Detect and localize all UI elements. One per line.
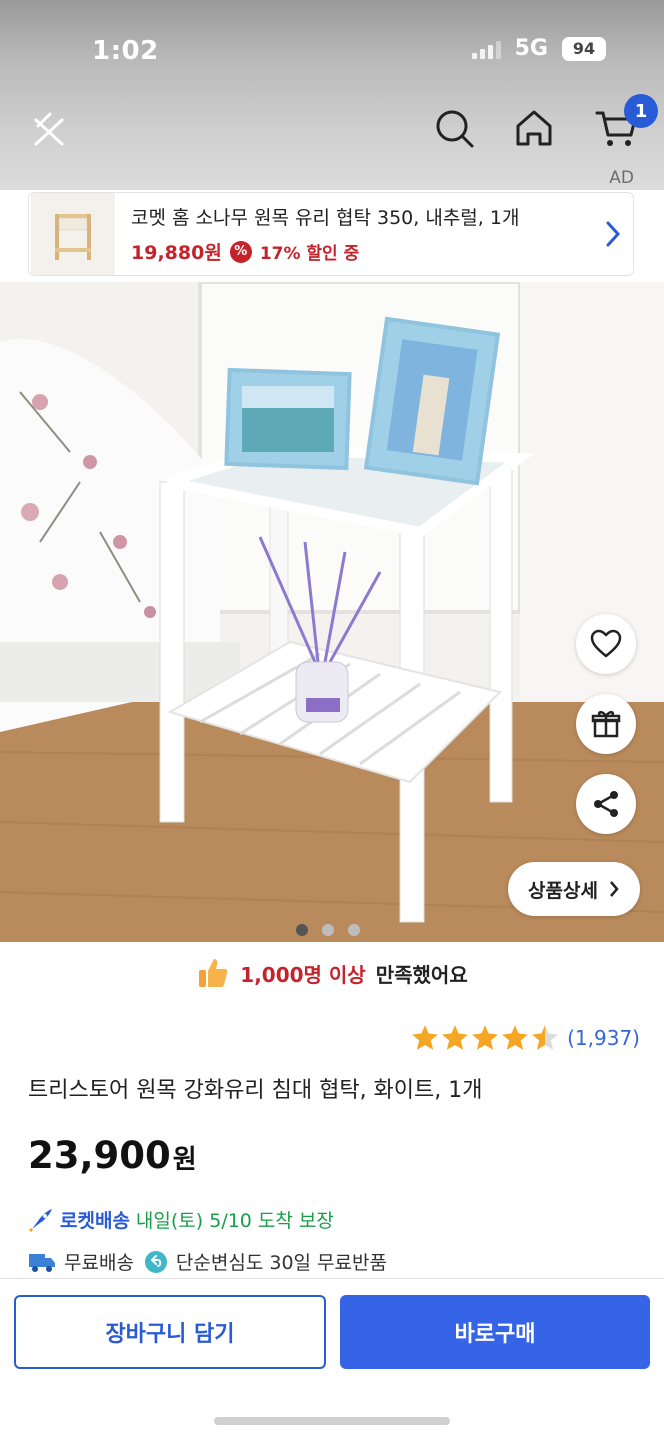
product-detail-label: 상품상세 xyxy=(528,879,598,902)
signal-icon xyxy=(471,39,501,59)
product-detail-button[interactable]: 상품상세 xyxy=(508,862,640,916)
truck-icon xyxy=(29,1253,55,1272)
rating-stars xyxy=(411,1024,559,1051)
cart-count-badge: 1 xyxy=(624,94,658,128)
rocket-icon xyxy=(28,1208,52,1232)
ad-label: AD xyxy=(609,168,634,188)
chevron-right-icon xyxy=(593,219,633,249)
wishlist-button[interactable] xyxy=(576,614,636,674)
star-icon xyxy=(502,1025,528,1050)
status-icons: 5G 94 xyxy=(471,36,606,61)
search-icon xyxy=(436,110,474,148)
add-to-cart-button[interactable]: 장바구니 담기 xyxy=(14,1295,326,1369)
search-button[interactable] xyxy=(430,104,478,152)
ad-price-row: 19,880원 % 17% 할인 중 xyxy=(131,238,593,265)
home-button[interactable] xyxy=(510,104,558,152)
satisfaction-count: 1,000명 이상 xyxy=(240,962,366,987)
review-count: (1,937) xyxy=(567,1025,640,1050)
free-shipping-label: 무료배송 xyxy=(64,1252,134,1274)
free-return: 단순변심도 30일 무료반품 xyxy=(144,1248,387,1275)
ad-price: 19,880원 xyxy=(131,242,222,264)
product-price: 23,900 원 xyxy=(28,1134,197,1177)
free-return-label: 단순변심도 30일 무료반품 xyxy=(175,1252,387,1274)
page-dot xyxy=(348,924,360,936)
heart-icon xyxy=(590,629,622,658)
close-icon xyxy=(34,112,64,146)
star-icon xyxy=(442,1025,468,1050)
page-dot xyxy=(322,924,334,936)
ad-thumbnail xyxy=(31,193,115,275)
star-icon xyxy=(412,1025,438,1050)
home-icon xyxy=(516,110,552,146)
discount-icon: % xyxy=(229,240,252,263)
image-pagination xyxy=(296,924,360,936)
price-value: 23,900 xyxy=(28,1134,171,1177)
delivery-info: 로켓배송 내일(토) 5/10 도착 보장 xyxy=(28,1206,334,1233)
product-title: 트리스토어 원목 강화유리 침대 협탁, 화이트, 1개 xyxy=(28,1078,483,1103)
share-button[interactable] xyxy=(576,774,636,834)
product-image[interactable] xyxy=(0,282,664,942)
ad-discount: 17% 할인 중 xyxy=(259,244,360,264)
gift-icon xyxy=(591,711,621,738)
satisfaction-text: 만족했어요 xyxy=(375,962,468,987)
star-half-icon xyxy=(532,1025,558,1050)
bottom-action-bar: 장바구니 담기 바로구매 xyxy=(0,1278,664,1440)
satisfaction-banner: 1,000명 이상 만족했어요 xyxy=(0,948,664,998)
thumbs-up-icon xyxy=(199,959,228,987)
battery-level: 94 xyxy=(572,39,596,58)
gift-button[interactable] xyxy=(576,694,636,754)
free-shipping: 무료배송 xyxy=(28,1248,134,1275)
network-label: 5G xyxy=(514,36,548,61)
ad-banner[interactable]: 코멧 홈 소나무 원목 유리 협탁 350, 내추럴, 1개 19,880원 %… xyxy=(28,192,634,276)
delivery-brand: 로켓배송 xyxy=(60,1210,130,1232)
price-unit: 원 xyxy=(172,1145,197,1175)
ad-title: 코멧 홈 소나무 원목 유리 협탁 350, 내추럴, 1개 xyxy=(131,207,520,229)
top-header: 1:02 5G 94 1 AD xyxy=(0,0,664,190)
star-icon xyxy=(472,1025,498,1050)
back-button[interactable] xyxy=(24,104,72,152)
home-indicator xyxy=(214,1417,450,1425)
battery-icon: 94 xyxy=(562,36,606,61)
ad-text: 코멧 홈 소나무 원목 유리 협탁 350, 내추럴, 1개 19,880원 %… xyxy=(131,203,593,265)
share-icon xyxy=(594,791,618,817)
chevron-right-icon xyxy=(609,881,619,897)
perks: 무료배송 단순변심도 30일 무료반품 xyxy=(28,1248,387,1275)
delivery-date: 내일(토) 5/10 도착 보장 xyxy=(135,1210,334,1232)
buy-now-button[interactable]: 바로구매 xyxy=(340,1295,650,1369)
page-dot xyxy=(296,924,308,936)
status-time: 1:02 xyxy=(92,36,159,66)
rating[interactable]: (1,937) xyxy=(411,1024,640,1051)
return-icon xyxy=(144,1250,167,1273)
